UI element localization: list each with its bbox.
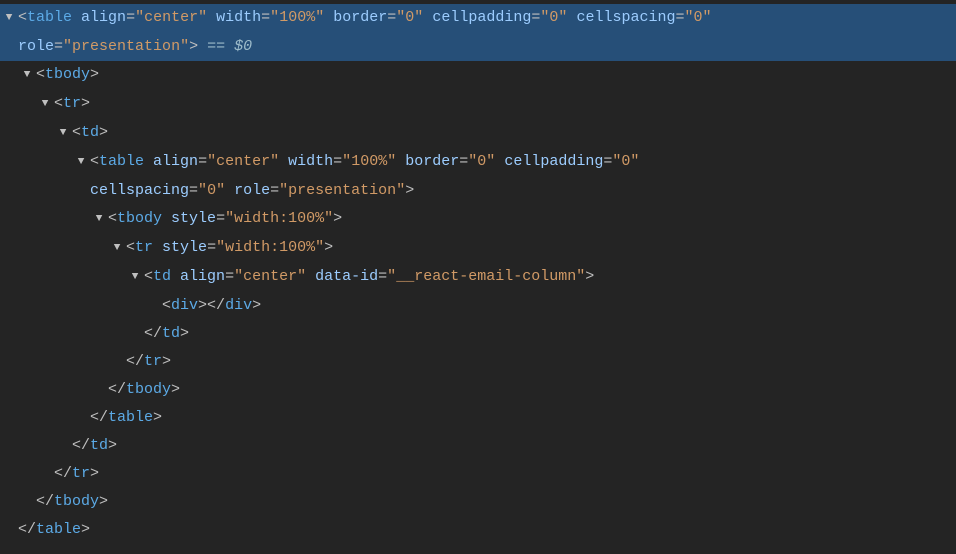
- dom-node-table-root[interactable]: ▼<table align="center" width="100%" bord…: [0, 4, 956, 33]
- dom-close-tr-inner[interactable]: </tr>: [0, 348, 956, 376]
- dom-node-div[interactable]: <div></div>: [0, 292, 956, 320]
- triangle-down-icon[interactable]: ▼: [6, 4, 13, 32]
- triangle-down-icon[interactable]: ▼: [78, 148, 85, 176]
- dom-close-td[interactable]: </td>: [0, 432, 956, 460]
- triangle-down-icon[interactable]: ▼: [42, 90, 49, 118]
- dom-close-table-root[interactable]: </table>: [0, 516, 956, 544]
- triangle-down-icon[interactable]: ▼: [24, 61, 31, 89]
- dom-node-table-root-wrap[interactable]: role="presentation"> == $0: [0, 33, 956, 61]
- selected-node-marker: == $0: [207, 38, 252, 55]
- triangle-down-icon[interactable]: ▼: [96, 205, 103, 233]
- dom-node-tr-inner[interactable]: ▼<tr style="width:100%">: [0, 234, 956, 263]
- dom-node-tbody-inner[interactable]: ▼<tbody style="width:100%">: [0, 205, 956, 234]
- dom-node-table-inner[interactable]: ▼<table align="center" width="100%" bord…: [0, 148, 956, 177]
- dom-close-tbody[interactable]: </tbody>: [0, 488, 956, 516]
- dom-tree[interactable]: ▼<table align="center" width="100%" bord…: [0, 0, 956, 552]
- dom-close-tr[interactable]: </tr>: [0, 460, 956, 488]
- dom-close-table-inner[interactable]: </table>: [0, 404, 956, 432]
- triangle-down-icon[interactable]: ▼: [114, 234, 121, 262]
- dom-node-td-inner[interactable]: ▼<td align="center" data-id="__react-ema…: [0, 263, 956, 292]
- dom-node-tbody[interactable]: ▼<tbody>: [0, 61, 956, 90]
- dom-node-tr[interactable]: ▼<tr>: [0, 90, 956, 119]
- dom-node-td[interactable]: ▼<td>: [0, 119, 956, 148]
- triangle-down-icon[interactable]: ▼: [132, 263, 139, 291]
- triangle-down-icon[interactable]: ▼: [60, 119, 67, 147]
- dom-node-table-inner-wrap[interactable]: cellspacing="0" role="presentation">: [0, 177, 956, 205]
- dom-close-td-inner[interactable]: </td>: [0, 320, 956, 348]
- dom-close-tbody-inner[interactable]: </tbody>: [0, 376, 956, 404]
